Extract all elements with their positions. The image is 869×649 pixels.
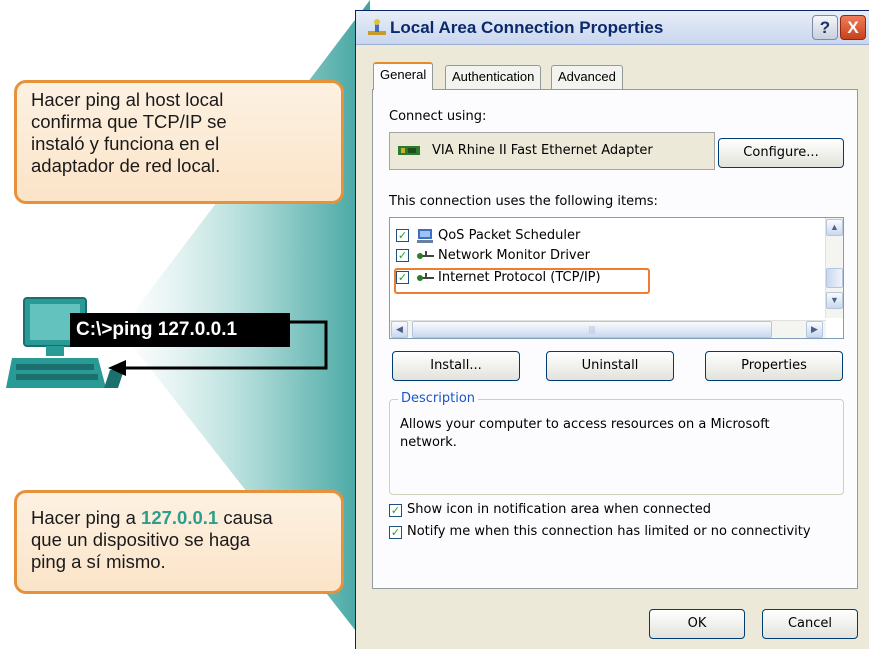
show-icon-checkbox[interactable]: ✓ <box>389 504 402 517</box>
cancel-button[interactable]: Cancel <box>762 609 858 639</box>
show-icon-option[interactable]: ✓ Show icon in notification area when co… <box>389 502 829 520</box>
item-label: QoS Packet Scheduler <box>438 228 581 243</box>
ok-button[interactable]: OK <box>649 609 745 639</box>
show-icon-label: Show icon in notification area when conn… <box>407 502 711 517</box>
description-title: Description <box>398 391 479 406</box>
callout-localhost-info: Hacer ping al host local confirma que TC… <box>14 80 344 204</box>
connect-using-label: Connect using: <box>389 109 487 124</box>
item-checkbox[interactable]: ✓ <box>396 229 409 242</box>
command-box: C:\>ping 127.0.0.1 <box>70 313 290 347</box>
items-label: This connection uses the following items… <box>389 194 658 209</box>
item-label: Network Monitor Driver <box>438 248 590 263</box>
vertical-scrollbar[interactable]: ▲ ▼ <box>825 218 843 318</box>
configure-button[interactable]: Configure... <box>718 138 844 168</box>
dialog-title: Local Area Connection Properties <box>390 18 664 37</box>
tab-authentication[interactable]: Authentication <box>445 65 542 89</box>
properties-dialog: Local Area Connection Properties ? X Gen… <box>355 10 869 649</box>
callout-line: que un dispositivo se haga <box>31 529 251 550</box>
close-button[interactable]: X <box>840 15 866 40</box>
scroll-down-icon[interactable]: ▼ <box>826 292 843 309</box>
install-button[interactable]: Install... <box>392 351 520 381</box>
horizontal-scrollbar[interactable]: ◀ ||| ▶ <box>390 320 826 338</box>
callout-text: causa <box>218 507 273 528</box>
scheduler-icon <box>417 229 433 243</box>
scroll-up-icon[interactable]: ▲ <box>826 219 843 236</box>
network-connection-icon <box>368 19 386 35</box>
notify-label: Notify me when this connection has limit… <box>407 524 811 539</box>
scrollbar-thumb[interactable] <box>826 268 843 288</box>
scroll-left-icon[interactable]: ◀ <box>391 321 408 338</box>
callout-line: confirma que TCP/IP se <box>31 111 227 132</box>
callout-line: ping a sí mismo. <box>31 551 166 572</box>
callout-text: Hacer ping a <box>31 507 142 528</box>
adapter-name: VIA Rhine II Fast Ethernet Adapter <box>432 143 653 158</box>
scrollbar-thumb[interactable]: ||| <box>412 321 772 338</box>
scroll-right-icon[interactable]: ▶ <box>806 321 823 338</box>
figure: Hacer ping al host local confirma que TC… <box>0 0 869 649</box>
uninstall-button[interactable]: Uninstall <box>546 351 674 381</box>
tab-general[interactable]: General <box>373 62 434 90</box>
callout-line: Hacer ping al host local <box>31 89 224 110</box>
network-adapter-icon <box>398 146 420 155</box>
description-text: Allows your computer to access resources… <box>400 417 770 450</box>
callout-line: adaptador de red local. <box>31 155 221 176</box>
properties-button[interactable]: Properties <box>705 351 843 381</box>
help-button[interactable]: ? <box>812 15 838 40</box>
title-bar[interactable]: Local Area Connection Properties ? X <box>356 11 869 45</box>
item-checkbox[interactable]: ✓ <box>396 249 409 262</box>
loopback-ip: 127.0.0.1 <box>141 507 219 528</box>
notify-checkbox[interactable]: ✓ <box>389 526 402 539</box>
callout-loopback-info: Hacer ping a 127.0.0.1 causa que un disp… <box>14 490 344 594</box>
tab-advanced[interactable]: Advanced <box>551 65 623 89</box>
callout-line: Hacer ping a 127.0.0.1 causa <box>31 507 327 529</box>
adapter-field: VIA Rhine II Fast Ethernet Adapter <box>389 132 715 170</box>
callout-line: instaló y funciona en el <box>31 133 220 154</box>
tcpip-highlight <box>394 268 650 294</box>
notify-option[interactable]: ✓ Notify me when this connection has lim… <box>389 524 849 542</box>
protocol-icon <box>417 251 434 259</box>
